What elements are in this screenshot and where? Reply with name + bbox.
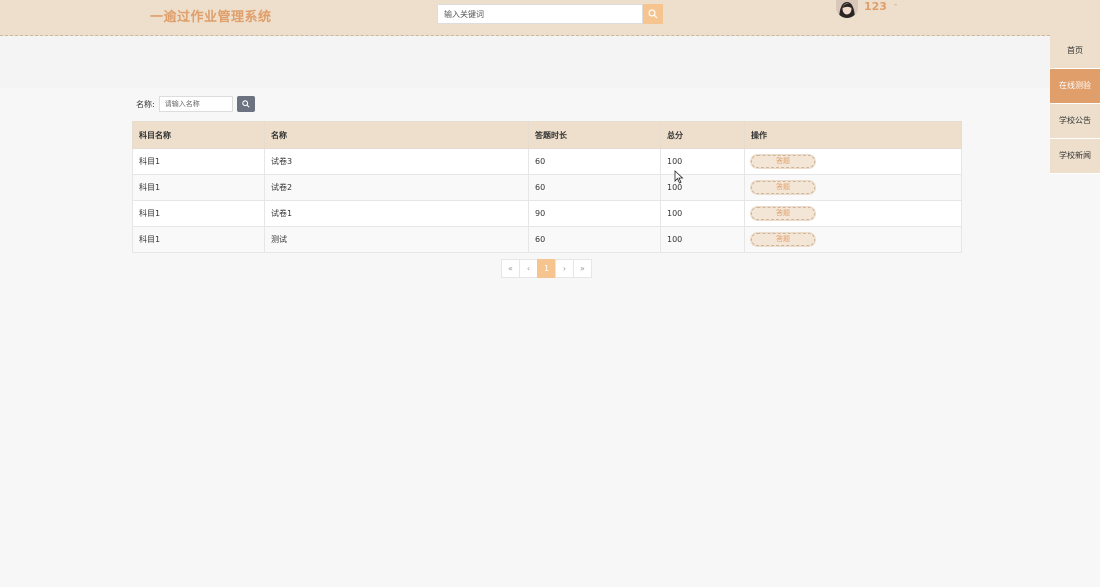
search-icon	[648, 9, 658, 19]
page-prev-button[interactable]: ‹	[519, 259, 538, 278]
sidenav-item-1[interactable]: 在线测验	[1050, 69, 1100, 104]
column-header-score: 总分	[660, 121, 745, 149]
column-header-duration: 答题时长	[528, 121, 661, 149]
avatar[interactable]	[836, 0, 858, 18]
mouse-cursor-icon	[674, 170, 684, 184]
cell-duration: 90	[528, 200, 661, 227]
answer-button[interactable]: 答题	[751, 181, 815, 194]
cell-name: 测试	[264, 226, 529, 253]
sidenav-item-3[interactable]: 学校新闻	[1050, 139, 1100, 174]
cell-duration: 60	[528, 174, 661, 201]
header-search-input[interactable]	[437, 4, 643, 24]
user-menu-caret[interactable]: -	[894, 0, 897, 10]
table-row: 科目1 试卷3 60 100 答题	[132, 148, 962, 175]
cell-subject: 科目1	[132, 174, 265, 201]
cell-duration: 60	[528, 226, 661, 253]
username[interactable]: 123	[864, 0, 887, 13]
sidenav-item-0[interactable]: 首页	[1050, 34, 1100, 69]
page-first-button[interactable]: «	[501, 259, 520, 278]
column-header-subject: 科目名称	[132, 121, 265, 149]
sidenav-item-2[interactable]: 学校公告	[1050, 104, 1100, 139]
page-next-button[interactable]: ›	[555, 259, 574, 278]
pagination: « ‹ 1 › »	[501, 259, 592, 278]
cell-subject: 科目1	[132, 200, 265, 227]
cell-score: 100	[660, 200, 745, 227]
cell-action: 答题	[744, 174, 962, 201]
cell-duration: 60	[528, 148, 661, 175]
header-search	[437, 4, 663, 24]
exam-table: 科目名称 名称 答题时长 总分 操作 科目1 试卷3 60 100 答题 科目1 试卷2 60…	[132, 121, 962, 253]
answer-button[interactable]: 答题	[751, 233, 815, 246]
answer-button[interactable]: 答题	[751, 207, 815, 220]
cell-subject: 科目1	[132, 148, 265, 175]
cell-name: 试卷1	[264, 200, 529, 227]
filter-name-label: 名称:	[136, 99, 155, 109]
search-icon	[241, 100, 250, 108]
side-nav: 首页 在线测验 学校公告 学校新闻	[1050, 34, 1100, 174]
cell-subject: 科目1	[132, 226, 265, 253]
header-search-button[interactable]	[643, 4, 663, 24]
table-row: 科目1 试卷2 60 100 答题	[132, 174, 962, 201]
column-header-name: 名称	[264, 121, 529, 149]
cell-name: 试卷2	[264, 174, 529, 201]
column-header-action: 操作	[744, 121, 962, 149]
filter-name-input[interactable]	[158, 96, 233, 112]
cell-score: 100	[660, 226, 745, 253]
filter-search-button[interactable]	[236, 96, 255, 112]
site-logo[interactable]: 一逾过作业管理系统	[150, 6, 272, 25]
page-current-button[interactable]: 1	[537, 259, 556, 278]
table-row: 科目1 测试 60 100 答题	[132, 226, 962, 253]
table-row: 科目1 试卷1 90 100 答题	[132, 200, 962, 227]
page-last-button[interactable]: »	[573, 259, 592, 278]
filter-bar: 名称:	[136, 96, 255, 112]
cell-action: 答题	[744, 226, 962, 253]
top-header: 一逾过作业管理系统 123 -	[0, 0, 1100, 36]
table-header-row: 科目名称 名称 答题时长 总分 操作	[132, 121, 962, 149]
banner-area	[0, 36, 1100, 88]
answer-button[interactable]: 答题	[751, 155, 815, 168]
cell-name: 试卷3	[264, 148, 529, 175]
cell-action: 答题	[744, 200, 962, 227]
cell-action: 答题	[744, 148, 962, 175]
